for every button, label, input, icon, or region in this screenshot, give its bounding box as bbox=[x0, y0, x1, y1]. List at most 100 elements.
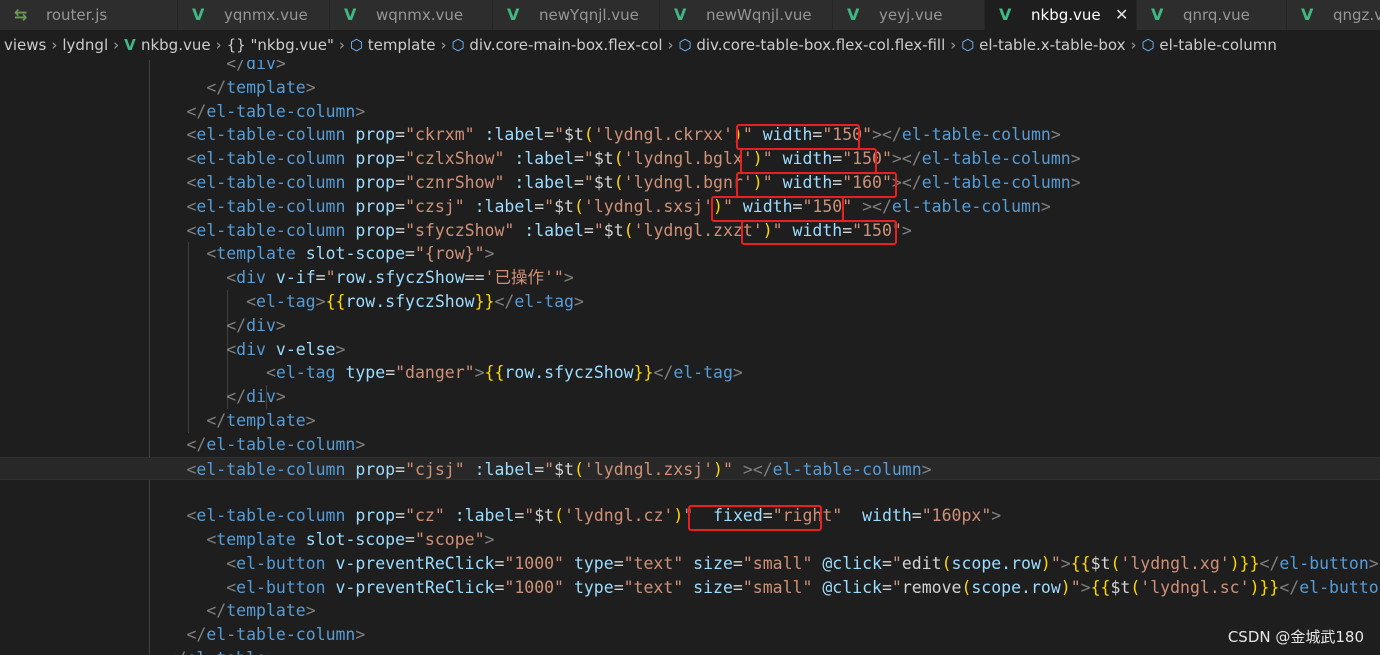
code-token: ( bbox=[613, 173, 624, 192]
code-token: scope.row bbox=[971, 577, 1061, 597]
code-line[interactable]: <el-button v-preventReClick="1000" type=… bbox=[0, 552, 1380, 576]
breadcrumb-item[interactable]: {} "nkbg.vue" bbox=[227, 36, 334, 54]
code-line[interactable]: </template> bbox=[0, 76, 1380, 100]
code-token: "160px" bbox=[921, 506, 992, 526]
code-line[interactable]: </el-table-column> bbox=[0, 623, 1380, 647]
breadcrumb-item[interactable]: ⬡ el-table.x-table-box bbox=[961, 36, 1125, 54]
code-token: </ bbox=[206, 411, 227, 430]
code-token: " bbox=[553, 268, 564, 288]
code-line[interactable]: </el-table> bbox=[0, 647, 1380, 655]
code-token: 'lydngl.ckrxx' bbox=[593, 125, 733, 145]
code-token: "1000" bbox=[504, 553, 564, 573]
tab-nkbg-vue[interactable]: Vnkbg.vue ✕ bbox=[985, 0, 1137, 30]
breadcrumb-item[interactable]: ⬡ div.core-main-box.flex-col bbox=[451, 36, 662, 54]
code-token: "cznrShow" bbox=[405, 173, 505, 192]
code-token: slot-scope bbox=[305, 244, 406, 264]
code-token: el-table-column bbox=[921, 149, 1071, 169]
code-line[interactable]: <el-table-column prop="cznrShow" :label=… bbox=[0, 171, 1380, 195]
code-line[interactable]: <div v-else> bbox=[0, 338, 1380, 362]
code-token: @click bbox=[822, 553, 882, 573]
breadcrumb-item[interactable]: V nkbg.vue bbox=[124, 36, 210, 54]
breadcrumb-item[interactable]: lydngl bbox=[62, 36, 108, 54]
tab-yeyj-vue[interactable]: Vyeyj.vue bbox=[833, 0, 985, 30]
tab-newyqnjl-vue[interactable]: VnewYqnjl.vue bbox=[493, 0, 660, 30]
code-line[interactable]: </div> bbox=[0, 314, 1380, 338]
code-token: @click bbox=[822, 577, 882, 597]
code-token: :label bbox=[484, 125, 545, 145]
code-line[interactable]: </div> bbox=[0, 385, 1380, 409]
code-line[interactable]: <el-tag type="danger">{{row.sfyczShow}}<… bbox=[0, 361, 1380, 385]
code-line[interactable]: <el-table-column prop="ckrxm" :label="$t… bbox=[0, 123, 1380, 147]
chevron-right-icon: › bbox=[215, 36, 222, 54]
breadcrumb-item[interactable]: views bbox=[4, 36, 46, 54]
code-token: prop bbox=[355, 459, 396, 479]
code-line[interactable]: <el-button v-preventReClick="1000" type=… bbox=[0, 576, 1380, 600]
breadcrumb-item[interactable]: ⬡ el-table-column bbox=[1142, 36, 1277, 54]
code-line[interactable]: <template slot-scope="{row}"> bbox=[0, 242, 1380, 266]
code-token: </ bbox=[206, 601, 227, 621]
code-token: "cjsj" bbox=[405, 459, 465, 479]
close-tab-icon[interactable]: ✕ bbox=[1115, 0, 1128, 30]
tab-newwqnjl-vue[interactable]: VnewWqnjl.vue bbox=[660, 0, 833, 30]
code-line[interactable]: <el-table-column prop="sfyczShow" :label… bbox=[0, 219, 1380, 243]
code-line[interactable] bbox=[0, 480, 1380, 504]
highlight-annotation bbox=[740, 148, 877, 174]
tab-qnrq-vue[interactable]: Vqnrq.vue bbox=[1137, 0, 1287, 30]
code-token: = bbox=[881, 553, 892, 573]
code-line[interactable]: </div> bbox=[0, 60, 1380, 76]
code-token: v-else bbox=[275, 339, 336, 359]
tab-qngz-vue[interactable]: Vqngz.vue bbox=[1287, 0, 1380, 30]
code-token: </ bbox=[1279, 577, 1300, 597]
tab-yqnmx-vue[interactable]: Vyqnmx.vue bbox=[178, 0, 330, 30]
code-token: </ bbox=[226, 60, 247, 73]
tab-router-js[interactable]: ⇆ router.js bbox=[0, 0, 178, 30]
code-line[interactable]: <el-table-column prop="czlxShow" :label=… bbox=[0, 147, 1380, 171]
code-token: " bbox=[554, 125, 565, 145]
code-token: remove bbox=[901, 577, 962, 597]
code-token: </ bbox=[881, 125, 902, 145]
code-editor[interactable]: </div> </template> </el-table-column> <e… bbox=[0, 60, 1380, 655]
code-token: < bbox=[186, 220, 197, 240]
code-token: > bbox=[742, 459, 753, 479]
breadcrumb-item[interactable]: ⬡ div.core-table-box.flex-col.flex-fill bbox=[678, 36, 945, 54]
code-line[interactable]: </template> bbox=[0, 409, 1380, 433]
code-line[interactable]: </el-table-column> bbox=[0, 433, 1380, 457]
code-token: el-tag bbox=[514, 292, 574, 311]
code-line[interactable]: <el-table-column prop="czsj" :label="$t(… bbox=[0, 195, 1380, 219]
code-token: "czsj" bbox=[405, 196, 465, 216]
tab-wqnmx-vue[interactable]: Vwqnmx.vue bbox=[330, 0, 493, 30]
code-line[interactable]: </template> bbox=[0, 599, 1380, 623]
tab-label: newWqnjl.vue bbox=[706, 6, 812, 24]
code-line[interactable]: <el-tag>{{row.sfyczShow}}</el-tag> bbox=[0, 290, 1380, 314]
tab-label: yqnmx.vue bbox=[224, 6, 308, 24]
code-token: ) bbox=[673, 506, 684, 526]
code-token: " bbox=[1070, 577, 1081, 597]
code-token: prop bbox=[355, 173, 396, 192]
code-token: {{ bbox=[1090, 577, 1111, 597]
code-token: " bbox=[544, 459, 555, 479]
code-line[interactable]: <el-table-column prop="cjsj" :label="$t(… bbox=[0, 456, 1380, 481]
code-line[interactable]: </el-table-column> bbox=[0, 100, 1380, 124]
code-token: :label bbox=[524, 220, 584, 240]
breadcrumb-item[interactable]: ⬡ template bbox=[350, 36, 436, 54]
code-line[interactable]: <template slot-scope="scope"> bbox=[0, 528, 1380, 552]
tab-label: qnrq.vue bbox=[1183, 6, 1250, 24]
code-token: " bbox=[722, 459, 733, 479]
code-token: "danger" bbox=[395, 363, 475, 383]
code-token: template bbox=[226, 601, 306, 621]
code-token: $t bbox=[593, 149, 614, 169]
code-line[interactable]: <div v-if="row.sfyczShow=='已操作'"> bbox=[0, 266, 1380, 290]
code-token: v-preventReClick bbox=[335, 577, 495, 597]
